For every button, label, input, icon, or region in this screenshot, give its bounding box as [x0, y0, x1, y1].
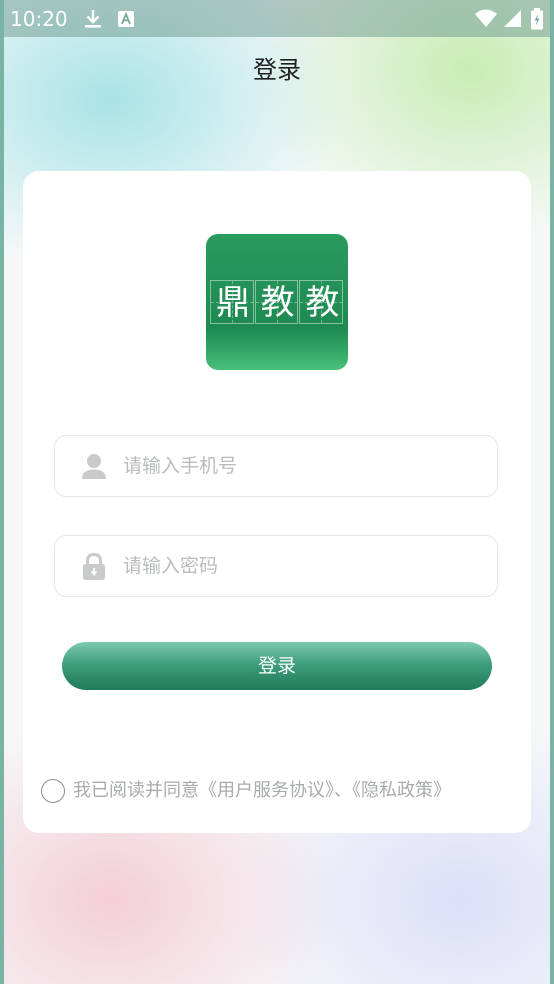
logo-cell: 教 — [254, 280, 299, 324]
battery-icon — [530, 8, 544, 30]
login-card: 鼎 教 教 登录 — [23, 171, 531, 833]
user-icon — [80, 452, 108, 482]
user-agreement-link[interactable]: 《用户服务协议》 — [199, 780, 334, 801]
wifi-icon — [474, 8, 498, 30]
password-input[interactable] — [123, 546, 483, 586]
logo-char: 教 — [305, 283, 340, 323]
agreement-separator: 、 — [334, 780, 352, 801]
agreement-prefix: 我已阅读并同意 — [73, 780, 199, 801]
logo-grid: 鼎 教 教 — [210, 280, 344, 324]
download-icon — [82, 8, 104, 30]
privacy-policy-link[interactable]: 《隐私政策》 — [352, 780, 451, 801]
lock-icon — [80, 552, 108, 582]
logo-char: 鼎 — [216, 283, 250, 323]
status-bar: 10:20 — [0, 0, 554, 37]
status-time: 10:20 — [10, 7, 68, 31]
page-title: 登录 — [253, 56, 301, 84]
agreement-row: 我已阅读并同意《用户服务协议》、《隐私政策》 — [41, 778, 521, 804]
logo-cell: 教 — [299, 280, 344, 324]
app-logo: 鼎 教 教 — [206, 234, 348, 370]
signal-icon — [502, 8, 524, 30]
agreement-text: 我已阅读并同意《用户服务协议》、《隐私政策》 — [73, 778, 451, 804]
password-input-box[interactable] — [54, 535, 498, 597]
logo-char: 教 — [260, 283, 295, 323]
agree-radio[interactable] — [41, 779, 65, 803]
phone-input[interactable] — [123, 446, 483, 486]
phone-input-box[interactable] — [54, 435, 498, 497]
login-button[interactable]: 登录 — [62, 642, 492, 690]
logo-cell: 鼎 — [210, 280, 254, 324]
font-a-icon — [115, 8, 137, 30]
